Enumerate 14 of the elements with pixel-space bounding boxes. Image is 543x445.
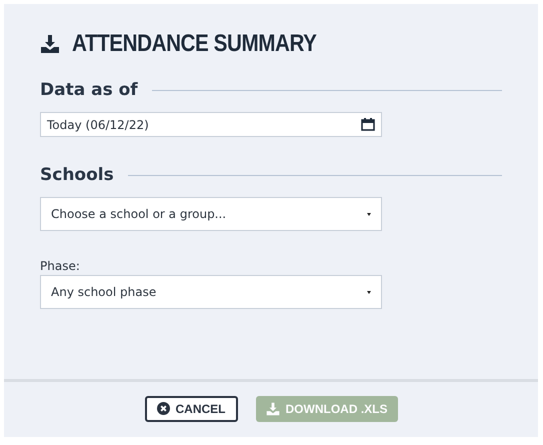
section-heading: Schools — [40, 165, 114, 185]
field-label: Phase: — [40, 259, 81, 273]
download-icon — [266, 402, 280, 416]
section-heading: Data as of — [40, 80, 138, 100]
caret-icon — [367, 290, 371, 294]
caret-icon — [367, 212, 371, 216]
close-icon — [156, 402, 170, 415]
select-field[interactable]: Any school phase — [40, 275, 382, 309]
calendar-icon — [361, 118, 375, 131]
cancel-button[interactable]: CANCEL — [144, 396, 238, 422]
select-field[interactable]: Choose a school or a group... — [40, 197, 382, 231]
dialog-title: ATTENDANCE SUMMARY — [72, 30, 317, 58]
date-field[interactable]: Today (06/12/22) — [40, 112, 382, 137]
download-icon — [40, 34, 60, 54]
